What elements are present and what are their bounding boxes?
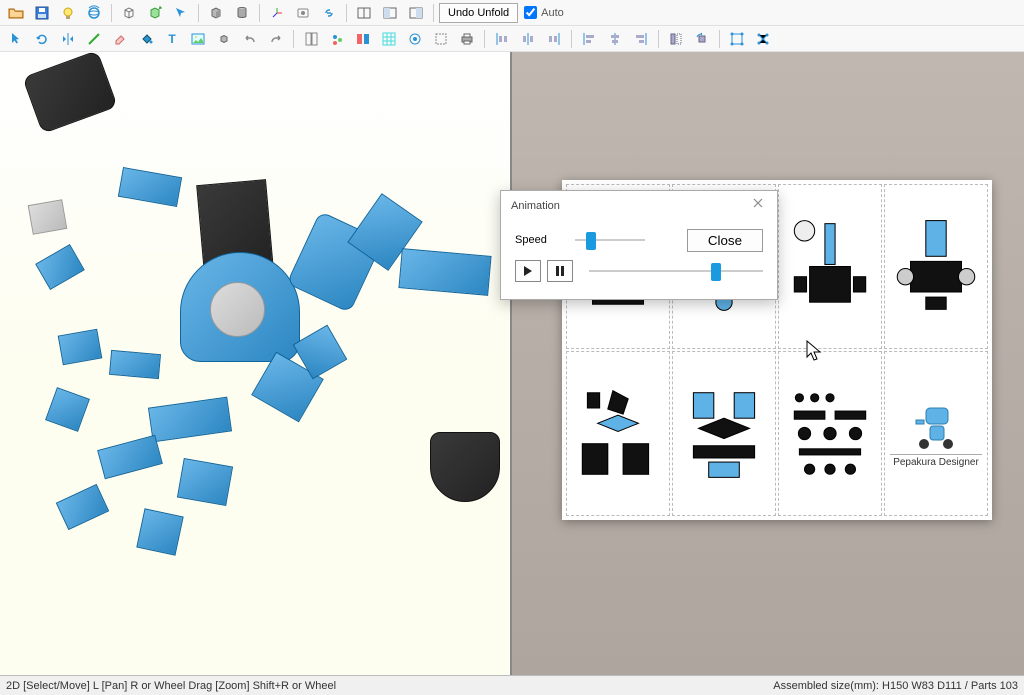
separator — [293, 30, 294, 48]
robot-thumbnail — [906, 400, 966, 450]
separator — [346, 4, 347, 22]
target-icon[interactable] — [403, 28, 427, 50]
cylinder-icon[interactable] — [230, 2, 254, 24]
progress-slider[interactable] — [589, 263, 763, 279]
world-rotate-icon[interactable] — [82, 2, 106, 24]
logo-label: Pepakura Designer — [890, 454, 982, 468]
edit-line-icon[interactable] — [82, 28, 106, 50]
separator — [484, 30, 485, 48]
separator — [719, 30, 720, 48]
print-icon[interactable] — [455, 28, 479, 50]
bounds-icon[interactable] — [725, 28, 749, 50]
cube-arrow-icon[interactable] — [143, 2, 167, 24]
undo-icon[interactable] — [238, 28, 262, 50]
link-icon[interactable] — [317, 2, 341, 24]
auto-checkbox-input[interactable] — [524, 6, 537, 19]
separator — [111, 4, 112, 22]
papercraft-page-5[interactable] — [566, 351, 670, 516]
panel-single2-icon[interactable] — [404, 2, 428, 24]
page-layout-icon[interactable] — [299, 28, 323, 50]
align-panel-icon[interactable] — [351, 28, 375, 50]
papercraft-page-7[interactable] — [778, 351, 882, 516]
paint-bucket-icon[interactable] — [134, 28, 158, 50]
save-icon[interactable] — [30, 2, 54, 24]
status-bar: 2D [Select/Move] L [Pan] R or Wheel Drag… — [0, 675, 1024, 695]
text-t-icon[interactable]: T — [160, 28, 184, 50]
pane-2d-view[interactable]: Pepakura Designer — [512, 52, 1024, 675]
cube-solid-icon[interactable] — [204, 2, 228, 24]
separator — [658, 30, 659, 48]
dist-h-left-icon[interactable] — [490, 28, 514, 50]
grid-cyan-icon[interactable] — [377, 28, 401, 50]
pane-3d-view[interactable] — [0, 52, 512, 675]
speed-label: Speed — [515, 234, 575, 246]
papercraft-page-4[interactable] — [884, 184, 988, 349]
cube-wire-icon[interactable] — [117, 2, 141, 24]
panel-split-icon[interactable] — [352, 2, 376, 24]
cube-mini-icon[interactable] — [212, 28, 236, 50]
image-icon[interactable] — [186, 28, 210, 50]
dist-h-center-icon[interactable] — [516, 28, 540, 50]
dotted-box-icon[interactable] — [429, 28, 453, 50]
eraser-icon[interactable] — [108, 28, 132, 50]
papercraft-page-logo: Pepakura Designer — [884, 351, 988, 516]
toolbar-row-2: T — [0, 26, 1024, 52]
dialog-body: Speed Close — [501, 219, 777, 299]
toolbar-row-1: Undo Unfold Auto — [0, 0, 1024, 26]
separator — [571, 30, 572, 48]
dialog-titlebar[interactable]: Animation — [501, 191, 777, 219]
axes-icon[interactable] — [265, 2, 289, 24]
flip-object-icon[interactable] — [664, 28, 688, 50]
dist-h-right-icon[interactable] — [542, 28, 566, 50]
lightbulb-icon[interactable] — [56, 2, 80, 24]
svg-text:T: T — [168, 32, 176, 46]
speed-slider-thumb[interactable] — [586, 232, 596, 250]
panel-single-icon[interactable] — [378, 2, 402, 24]
dialog-title-text: Animation — [511, 200, 560, 212]
speed-slider[interactable] — [575, 232, 645, 248]
folder-open-icon[interactable] — [4, 2, 28, 24]
redo-icon[interactable] — [264, 28, 288, 50]
rotate-icon[interactable] — [30, 28, 54, 50]
animation-dialog[interactable]: Animation Speed Close — [500, 190, 778, 300]
close-icon[interactable] — [749, 197, 767, 215]
network-icon[interactable] — [751, 28, 775, 50]
auto-checkbox-label: Auto — [541, 7, 564, 19]
rotate-left-icon[interactable] — [690, 28, 714, 50]
play-button[interactable] — [515, 260, 541, 282]
effects-icon[interactable] — [325, 28, 349, 50]
object-icon[interactable] — [291, 2, 315, 24]
status-right: Assembled size(mm): H150 W83 D111 / Part… — [773, 680, 1018, 692]
cursor-icon[interactable] — [4, 28, 28, 50]
align-center-icon[interactable] — [603, 28, 627, 50]
undo-unfold-button[interactable]: Undo Unfold — [439, 3, 518, 23]
align-left-icon[interactable] — [577, 28, 601, 50]
papercraft-page-3[interactable] — [778, 184, 882, 349]
close-button[interactable]: Close — [687, 229, 763, 252]
separator — [433, 4, 434, 22]
separator — [259, 4, 260, 22]
separator — [198, 4, 199, 22]
pause-button[interactable] — [547, 260, 573, 282]
progress-slider-thumb[interactable] — [711, 263, 721, 281]
status-left: 2D [Select/Move] L [Pan] R or Wheel Drag… — [6, 680, 336, 692]
papercraft-page-6[interactable] — [672, 351, 776, 516]
arrow-pick-icon[interactable] — [169, 2, 193, 24]
main-split: Pepakura Designer — [0, 52, 1024, 675]
align-right-icon[interactable] — [629, 28, 653, 50]
flip-h-icon[interactable] — [56, 28, 80, 50]
auto-checkbox[interactable]: Auto — [524, 6, 564, 19]
